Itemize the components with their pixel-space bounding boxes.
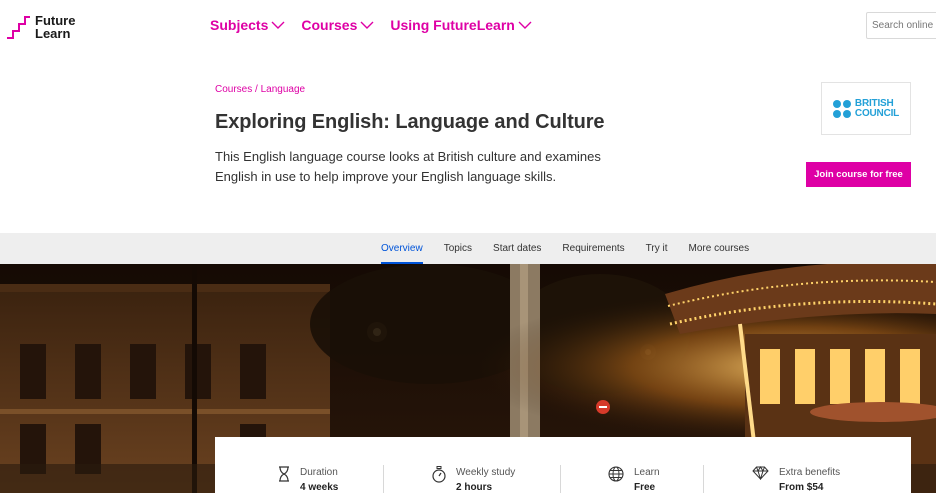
chevron-down-icon <box>271 21 285 29</box>
search-input[interactable] <box>866 12 936 39</box>
stat-value: 4 weeks <box>300 482 339 493</box>
stat-label: Extra benefits <box>779 467 841 478</box>
tab-requirements[interactable]: Requirements <box>562 233 624 264</box>
breadcrumb-separator: / <box>255 84 258 95</box>
divider <box>560 465 561 493</box>
tab-topics[interactable]: Topics <box>444 233 472 264</box>
tab-more-courses[interactable]: More courses <box>689 233 750 264</box>
site-header: Future Learn Subjects Courses Using Futu… <box>0 0 936 54</box>
breadcrumb: Courses / Language <box>215 84 305 95</box>
tab-try-it[interactable]: Try it <box>646 233 668 264</box>
divider <box>703 465 704 493</box>
course-title: Exploring English: Language and Culture <box>215 111 605 133</box>
course-info-card: Duration 4 weeks Weekly study 2 hours Le… <box>215 437 911 493</box>
globe-icon <box>608 466 624 482</box>
diamond-icon <box>752 466 769 480</box>
breadcrumb-language[interactable]: Language <box>261 84 306 95</box>
british-council-logo[interactable]: BRITISH COUNCIL <box>821 82 911 135</box>
hourglass-icon <box>279 466 289 482</box>
course-description: This English language course looks at Br… <box>215 149 601 184</box>
stat-value: 2 hours <box>456 482 493 493</box>
stopwatch-icon <box>432 466 446 483</box>
stat-duration: Duration 4 weeks <box>278 466 339 493</box>
stat-weekly-study: Weekly study 2 hours <box>432 466 516 493</box>
futurelearn-logo[interactable]: Future Learn <box>6 14 75 40</box>
british-council-dots-icon <box>832 99 851 118</box>
nav-courses[interactable]: Courses <box>301 17 374 33</box>
course-tab-bar: Overview Topics Start dates Requirements… <box>0 233 936 264</box>
stat-extra-benefits: Extra benefits From $54 <box>752 466 841 493</box>
partner-logo-line-1: BRITISH <box>854 97 894 109</box>
nav-subjects[interactable]: Subjects <box>210 17 285 33</box>
stat-value: Free <box>634 482 656 493</box>
logo-steps-icon <box>7 16 30 39</box>
tab-overview[interactable]: Overview <box>381 233 423 264</box>
chevron-down-icon <box>518 21 532 29</box>
join-course-button[interactable]: Join course for free <box>806 162 911 187</box>
stat-value: From $54 <box>779 482 824 493</box>
stat-label: Learn <box>634 467 660 478</box>
chevron-down-icon <box>360 21 374 29</box>
logo-line-2: Learn <box>35 26 71 41</box>
stat-learn: Learn Free <box>608 466 660 493</box>
tab-start-dates[interactable]: Start dates <box>493 233 541 264</box>
divider <box>383 465 384 493</box>
nav-using-futurelearn[interactable]: Using FutureLearn <box>390 17 532 33</box>
stat-label: Duration <box>300 467 338 478</box>
stat-label: Weekly study <box>456 467 516 478</box>
main-nav: Subjects Courses Using FutureLearn <box>210 17 532 33</box>
partner-logo-line-2: COUNCIL <box>854 107 900 119</box>
breadcrumb-courses[interactable]: Courses <box>215 84 252 95</box>
